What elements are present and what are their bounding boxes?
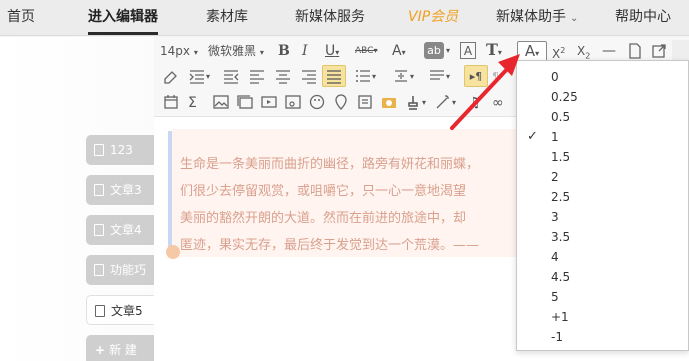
background-color-icon[interactable]: ab bbox=[424, 42, 444, 59]
subscript-icon[interactable]: X2 bbox=[577, 41, 590, 61]
nav-media-service[interactable]: 新媒体服务 bbox=[295, 0, 365, 34]
line-height-icon: A▾ bbox=[524, 42, 540, 60]
magic-wand-icon[interactable] bbox=[434, 93, 452, 111]
font-color-icon[interactable]: A▾ bbox=[392, 41, 406, 61]
line-height-dropdown: 0 0.25 0.5 ✓ 1 1.5 2 2.5 3 3.5 4 4.5 5 +1… bbox=[516, 60, 689, 351]
document-icon bbox=[94, 224, 104, 236]
underline-icon[interactable]: U▾ bbox=[325, 41, 339, 61]
font-family-value: 微软雅黑 bbox=[208, 44, 257, 58]
article-tab-label: 功能巧 bbox=[110, 263, 147, 277]
indent-icon[interactable] bbox=[188, 67, 206, 85]
nav-media-assistant[interactable]: 新媒体助手 ⌄ bbox=[496, 0, 578, 34]
font-family-select[interactable]: 微软雅黑 ▾ bbox=[208, 41, 264, 61]
strikethrough-icon[interactable]: ABC▾ bbox=[355, 41, 377, 61]
line-height-option[interactable]: 4 bbox=[517, 247, 688, 267]
plus-icon: + bbox=[95, 343, 106, 357]
link-icon[interactable]: ∞ bbox=[492, 93, 504, 113]
font-size-value: 14px bbox=[160, 44, 190, 58]
new-article-button[interactable]: + 新 建 bbox=[86, 335, 154, 361]
line-height-option[interactable]: 4.5 bbox=[517, 267, 688, 287]
line-height-option[interactable]: 0.5 bbox=[517, 107, 688, 127]
stamp-icon[interactable] bbox=[404, 93, 422, 111]
top-navigation: 首页 进入编辑器 素材库 新媒体服务 VIP会员 新媒体助手 ⌄ 帮助中心 bbox=[0, 0, 689, 36]
camera-icon[interactable] bbox=[380, 93, 398, 111]
nav-home[interactable]: 首页 bbox=[7, 0, 35, 34]
article-tab-label: 文章5 bbox=[111, 304, 143, 318]
line-height-option[interactable]: 0 bbox=[517, 67, 688, 87]
list-icon[interactable] bbox=[354, 67, 372, 85]
document-icon bbox=[94, 184, 104, 196]
article-tab-label: 文章3 bbox=[110, 183, 142, 197]
decoration-circle bbox=[166, 245, 180, 259]
export-icon[interactable] bbox=[650, 42, 668, 60]
palette-icon[interactable] bbox=[308, 93, 326, 111]
new-article-label: 新 建 bbox=[109, 343, 137, 357]
horizontal-rule-icon[interactable]: — bbox=[602, 41, 616, 61]
eraser-icon[interactable] bbox=[162, 67, 180, 85]
line-height-option[interactable]: 0.25 bbox=[517, 87, 688, 107]
article-tab[interactable]: 文章4 bbox=[86, 215, 154, 245]
align-justify-icon bbox=[325, 67, 343, 85]
line-height-option[interactable]: +1 bbox=[517, 307, 688, 327]
new-page-icon[interactable] bbox=[626, 42, 644, 60]
content-block[interactable]: 生命是一条美丽而曲折的幽径，路旁有妍花和丽蝶， 们很少去停留观赏，或咀嚼它，只一… bbox=[172, 129, 552, 257]
text-border-icon[interactable]: A bbox=[460, 42, 476, 59]
line-height-option[interactable]: 3 bbox=[517, 207, 688, 227]
line-height-option[interactable]: 2.5 bbox=[517, 187, 688, 207]
bold-icon[interactable]: B bbox=[278, 41, 290, 61]
nav-editor[interactable]: 进入编辑器 bbox=[88, 0, 158, 35]
video-icon[interactable] bbox=[260, 93, 278, 111]
document-icon bbox=[95, 305, 105, 317]
nav-help[interactable]: 帮助中心 bbox=[615, 0, 671, 34]
text-style-icon[interactable]: T▾ bbox=[486, 40, 502, 60]
sum-icon[interactable]: Σ bbox=[188, 93, 197, 113]
ltr-direction-icon: ▸¶ bbox=[469, 70, 483, 83]
calendar-icon[interactable] bbox=[162, 93, 180, 111]
format-list-icon[interactable] bbox=[428, 67, 446, 85]
content-line: 们很少去停留观赏，或咀嚼它，只一心一意地渴望 bbox=[180, 184, 467, 199]
music-icon[interactable] bbox=[284, 93, 302, 111]
gallery-icon[interactable] bbox=[236, 93, 254, 111]
article-tab[interactable]: 123 bbox=[86, 135, 154, 165]
line-height-option[interactable]: 5 bbox=[517, 287, 688, 307]
article-tab[interactable]: 功能巧 bbox=[86, 255, 154, 285]
article-tab-label: 文章4 bbox=[110, 223, 142, 237]
content-line: 匿迹，果实无存，最后终于发觉到达一个荒漠。—— bbox=[180, 238, 480, 253]
line-height-option-label: 1 bbox=[551, 130, 559, 144]
italic-icon[interactable]: I bbox=[302, 41, 308, 61]
align-right-icon[interactable] bbox=[300, 67, 318, 85]
superscript-icon[interactable]: X2 bbox=[552, 41, 565, 61]
checkmark-icon: ✓ bbox=[527, 129, 538, 144]
nav-vip[interactable]: VIP会员 bbox=[408, 0, 458, 34]
article-tab[interactable]: 文章3 bbox=[86, 175, 154, 205]
line-height-option-selected[interactable]: ✓ 1 bbox=[517, 127, 688, 147]
content-line: 生命是一条美丽而曲折的幽径，路旁有妍花和丽蝶， bbox=[180, 157, 480, 172]
article-tab-current[interactable]: 文章5 bbox=[86, 295, 154, 325]
line-height-option[interactable]: 3.5 bbox=[517, 227, 688, 247]
line-height-option[interactable]: 2 bbox=[517, 167, 688, 187]
rtl-direction-icon[interactable]: ¶ bbox=[492, 67, 499, 87]
document-icon bbox=[94, 144, 104, 156]
article-tab-label: 123 bbox=[110, 143, 133, 157]
line-height-option[interactable]: 1.5 bbox=[517, 147, 688, 167]
nav-media-assistant-label: 新媒体助手 bbox=[496, 9, 566, 25]
image-icon[interactable] bbox=[212, 93, 230, 111]
scrollbar[interactable] bbox=[672, 40, 689, 62]
music-note-icon[interactable]: ♫ bbox=[468, 93, 481, 113]
chevron-down-icon: ⌄ bbox=[570, 13, 579, 24]
align-left-icon[interactable] bbox=[248, 67, 266, 85]
align-center-icon[interactable] bbox=[274, 67, 292, 85]
outdent-icon[interactable] bbox=[222, 67, 240, 85]
template-icon[interactable] bbox=[356, 93, 374, 111]
nav-materials[interactable]: 素材库 bbox=[206, 0, 248, 34]
paragraph-spacing-icon[interactable] bbox=[392, 67, 410, 85]
content-line: 美丽的豁然开朗的大道。然而在前进的旅途中，却 bbox=[180, 211, 467, 226]
font-size-select[interactable]: 14px ▾ bbox=[160, 41, 198, 61]
document-icon bbox=[94, 264, 104, 276]
location-icon[interactable] bbox=[332, 93, 350, 111]
line-height-option[interactable]: -1 bbox=[517, 327, 688, 347]
